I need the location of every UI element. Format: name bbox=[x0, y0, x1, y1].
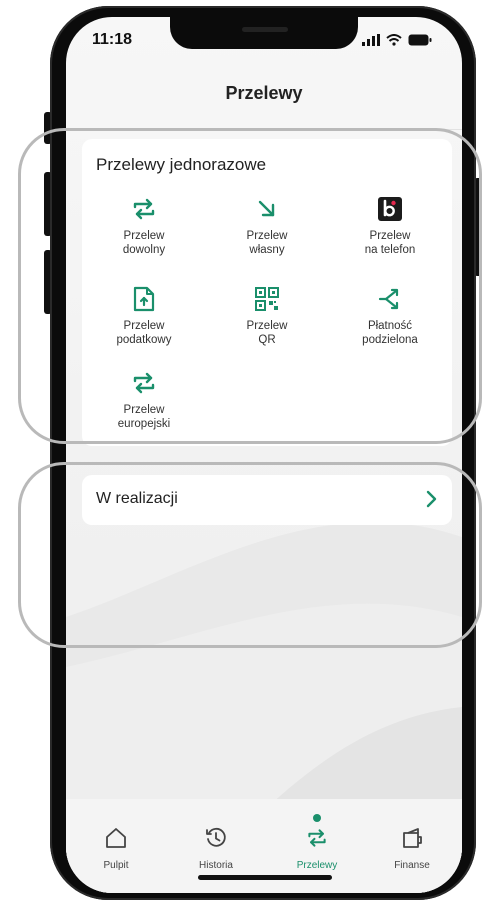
signal-icon bbox=[362, 34, 380, 46]
wifi-icon bbox=[386, 34, 402, 46]
notch bbox=[170, 17, 358, 49]
status-time: 11:18 bbox=[92, 31, 133, 48]
tab-label: Pulpit bbox=[103, 860, 129, 871]
tab-przelewy[interactable]: Przelewy bbox=[269, 827, 365, 871]
tab-label: Przelewy bbox=[296, 860, 338, 871]
tab-label: Finanse bbox=[394, 860, 430, 871]
tab-historia[interactable]: Historia bbox=[168, 827, 264, 871]
finance-icon bbox=[403, 828, 422, 848]
highlight-outline-in-progress bbox=[18, 462, 482, 648]
status-icons bbox=[362, 33, 432, 47]
home-icon bbox=[106, 828, 126, 848]
home-indicator bbox=[198, 875, 332, 880]
history-icon bbox=[206, 827, 226, 847]
transfers-icon bbox=[308, 829, 326, 847]
tab-pulpit[interactable]: Pulpit bbox=[68, 827, 164, 871]
page-title: Przelewy bbox=[225, 83, 303, 103]
tab-finanse[interactable]: Finanse bbox=[364, 827, 460, 871]
active-tab-indicator bbox=[313, 814, 321, 822]
battery-icon bbox=[408, 34, 432, 46]
tab-label: Historia bbox=[199, 860, 233, 871]
highlight-outline-transfers bbox=[18, 128, 482, 444]
